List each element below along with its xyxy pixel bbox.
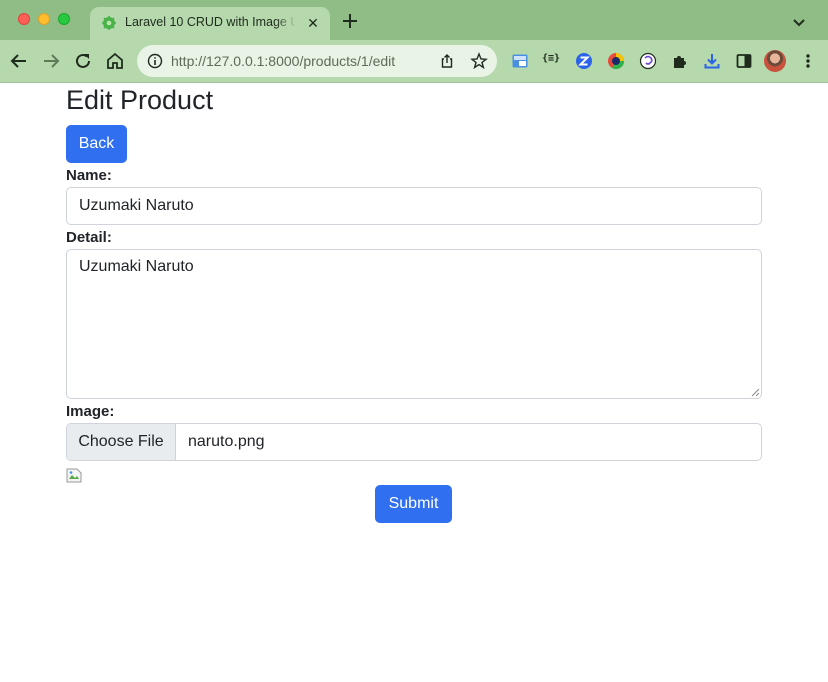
- share-icon[interactable]: [439, 53, 455, 69]
- new-tab-icon[interactable]: [340, 11, 360, 31]
- submit-button[interactable]: Submit: [375, 485, 452, 523]
- download-icon[interactable]: [703, 52, 721, 70]
- extension-brain-icon[interactable]: [639, 52, 657, 70]
- reload-icon[interactable]: [72, 50, 94, 72]
- page-title: Edit Product: [66, 85, 214, 115]
- extension-tab-icon[interactable]: [511, 52, 529, 70]
- chevron-down-icon[interactable]: [790, 13, 808, 31]
- home-icon[interactable]: [104, 50, 126, 72]
- detail-label: Detail:: [66, 229, 112, 246]
- puzzle-icon[interactable]: [671, 52, 689, 70]
- maximize-window-button[interactable]: [58, 13, 70, 25]
- choose-file-button[interactable]: Choose File: [67, 424, 176, 460]
- image-file-input[interactable]: Choose File naruto.png: [66, 423, 762, 461]
- star-icon[interactable]: [470, 52, 488, 70]
- tab-title: Laravel 10 CRUD with Image Upload: [125, 15, 295, 29]
- address-bar[interactable]: http://127.0.0.1:8000/products/1/edit: [137, 45, 497, 77]
- browser-toolbar: http://127.0.0.1:8000/products/1/edit {≡…: [0, 40, 828, 83]
- close-window-button[interactable]: [18, 13, 30, 25]
- sidebar-icon[interactable]: [735, 52, 753, 70]
- extension-z-icon[interactable]: [575, 52, 593, 70]
- tab-strip: Laravel 10 CRUD with Image Upload ✕: [0, 0, 828, 40]
- tab-close-icon[interactable]: ✕: [304, 14, 322, 32]
- selected-file-name: naruto.png: [188, 433, 265, 450]
- name-input[interactable]: [66, 187, 762, 225]
- active-tab[interactable]: Laravel 10 CRUD with Image Upload ✕: [90, 7, 330, 40]
- avatar[interactable]: [764, 50, 786, 72]
- extension-color-icon[interactable]: [607, 52, 625, 70]
- laravel-favicon-icon: [102, 16, 116, 30]
- image-label: Image:: [66, 403, 115, 420]
- page-content: Edit Product Back Name: Detail: Uzumaki …: [0, 83, 828, 682]
- kebab-menu-icon[interactable]: [800, 52, 816, 70]
- back-button[interactable]: Back: [66, 125, 127, 163]
- address-url: http://127.0.0.1:8000/products/1/edit: [171, 53, 396, 69]
- broken-image-icon: [66, 468, 82, 483]
- forward-arrow-icon[interactable]: [40, 50, 62, 72]
- name-label: Name:: [66, 167, 112, 184]
- detail-textarea[interactable]: Uzumaki Naruto: [66, 249, 762, 399]
- minimize-window-button[interactable]: [38, 13, 50, 25]
- back-arrow-icon[interactable]: [8, 50, 30, 72]
- info-icon[interactable]: [147, 53, 163, 69]
- extension-code-icon[interactable]: {≡}: [542, 53, 560, 64]
- resize-handle-icon[interactable]: [751, 388, 760, 397]
